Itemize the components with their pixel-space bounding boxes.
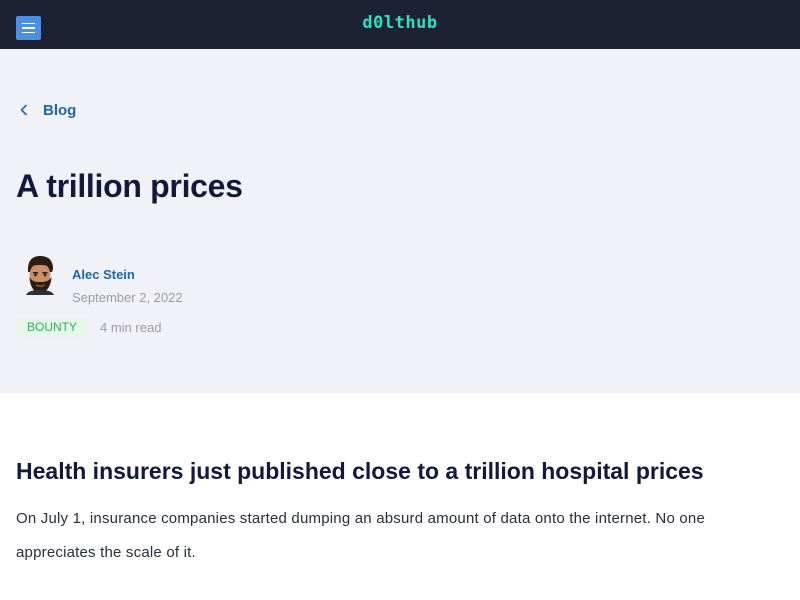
post-date: September 2, 2022 [72, 290, 183, 305]
back-to-blog-link[interactable]: Blog [17, 100, 76, 120]
author-name-link[interactable]: Alec Stein [72, 267, 135, 282]
post-header-section [0, 49, 800, 393]
article-section-heading: Health insurers just published close to … [16, 458, 704, 484]
bounty-tag-badge[interactable]: BOUNTY [16, 318, 89, 337]
post-title: A trillion prices [16, 168, 243, 204]
read-time: 4 min read [100, 320, 162, 335]
author-avatar[interactable] [22, 255, 58, 295]
article-paragraph: On July 1, insurance companies started d… [16, 510, 705, 561]
top-navbar: d0lthub [0, 0, 800, 49]
chevron-left-icon [20, 104, 27, 116]
dolthub-logo[interactable]: d0lthub [0, 13, 800, 33]
back-link-label: Blog [43, 101, 77, 119]
